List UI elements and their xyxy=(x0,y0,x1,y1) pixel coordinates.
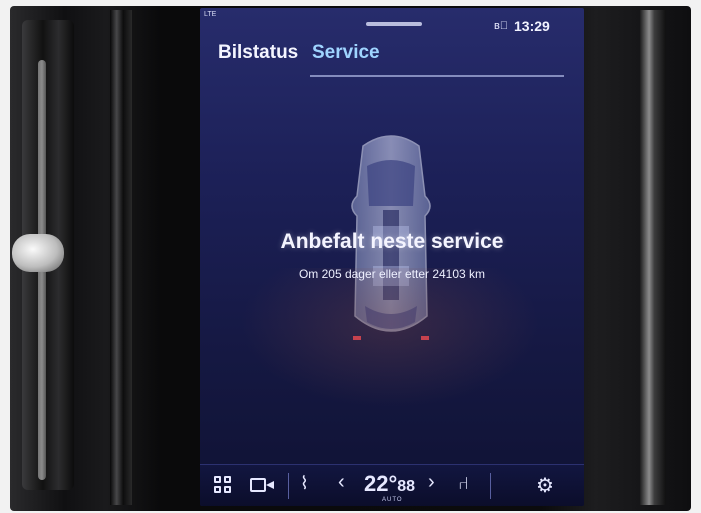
service-title: Anbefalt neste service xyxy=(280,230,504,253)
temperature-display[interactable]: 22°88 xyxy=(364,471,415,497)
tab-service[interactable]: Service xyxy=(312,42,380,64)
bezel-trim-left xyxy=(110,10,132,505)
gear-icon[interactable]: ⚙ xyxy=(536,473,554,498)
bluetooth-icon: ʙ⃝ xyxy=(494,20,509,32)
temperature-value: 22° xyxy=(364,471,398,496)
temp-up-button[interactable]: › xyxy=(428,471,435,494)
vent-knob xyxy=(12,234,64,272)
tab-bilstatus[interactable]: Bilstatus xyxy=(218,42,298,64)
auto-label: AUTO xyxy=(382,497,403,503)
fan-display: 88 xyxy=(397,478,416,495)
climate-bar: ⌇ ‹ 22°88 AUTO › ⑁ ⚙ xyxy=(200,464,584,506)
bezel-trim-right xyxy=(640,10,666,505)
grid-icon[interactable] xyxy=(214,476,234,494)
divider xyxy=(490,473,491,499)
divider xyxy=(288,473,289,499)
camera-icon[interactable] xyxy=(250,478,274,492)
tab-underline xyxy=(310,75,564,77)
seat-icon[interactable]: ⑁ xyxy=(458,473,469,494)
seat-heat-icon[interactable]: ⌇ xyxy=(300,473,309,494)
infotainment-screen: LTE ʙ⃝ 13:29 Bilstatus Service Anbefalt … xyxy=(200,8,584,506)
top-drawer-handle[interactable] xyxy=(366,22,422,26)
service-detail: Om 205 dager eller etter 24103 km xyxy=(298,267,486,281)
temp-down-button[interactable]: ‹ xyxy=(338,471,345,494)
clock: 13:29 xyxy=(514,18,550,34)
signal-indicator: LTE xyxy=(204,11,217,18)
